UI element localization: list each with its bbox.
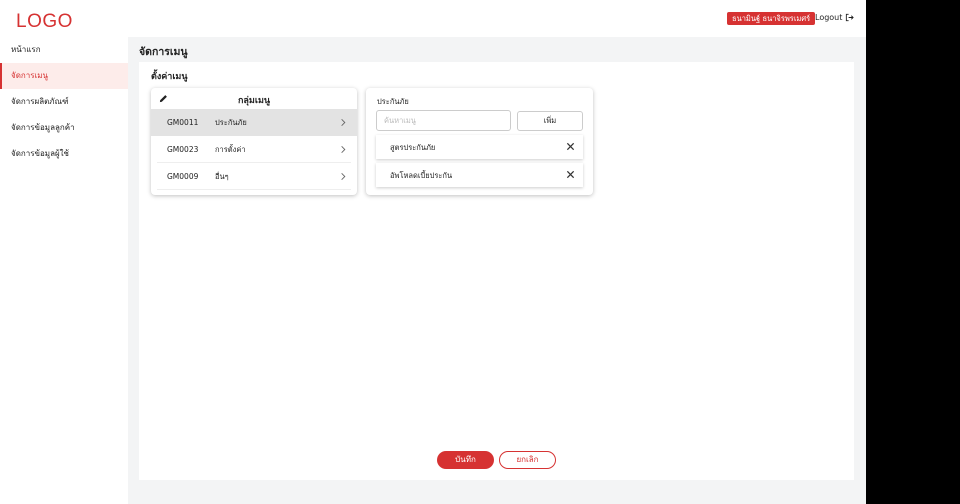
- menu-group-name: อื่นๆ: [215, 172, 229, 181]
- menu-group-title: กลุ่มเมนู: [237, 96, 271, 106]
- menu-group-panel: กลุ่มเมนู GM0011 ประกันภัย GM0023 การตั้…: [151, 88, 357, 195]
- sidebar-item-product-management[interactable]: จัดการผลิตภัณฑ์: [0, 89, 128, 115]
- user-name-badge[interactable]: ธนามินฐ์ ธนาจิรพรเมศร์: [727, 12, 816, 25]
- cancel-button[interactable]: ยกเลิก: [499, 451, 556, 469]
- section-title: ตั้งค่าเมนู: [151, 72, 188, 82]
- menu-detail-title: ประกันภัย: [377, 97, 409, 106]
- menu-search-input[interactable]: [376, 110, 511, 131]
- menu-item[interactable]: สูตรประกันภัย: [376, 135, 583, 159]
- app-window: LOGO ธนามินฐ์ ธนาจิรพรเมศร์ Logout หน้าแ…: [0, 0, 866, 504]
- menu-item[interactable]: อัพโหลดเบี้ยประกัน: [376, 163, 583, 187]
- menu-group-code: GM0023: [167, 145, 199, 154]
- menu-group-row[interactable]: GM0023 การตั้งค่า: [157, 136, 351, 163]
- menu-detail-panel: ประกันภัย เพิ่ม สูตรประกันภัย อัพโหลดเบี…: [366, 88, 593, 195]
- chevron-right-icon: [341, 173, 346, 180]
- sidebar: หน้าแรก จัดการเมนู จัดการผลิตภัณฑ์ จัดกา…: [0, 37, 128, 504]
- sidebar-item-customer-management[interactable]: จัดการข้อมูลลูกค้า: [0, 115, 128, 141]
- menu-group-row[interactable]: GM0011 ประกันภัย: [151, 109, 357, 136]
- content-card: ตั้งค่าเมนู กลุ่มเมนู GM0011 ประกันภัย G…: [139, 62, 854, 480]
- add-menu-button[interactable]: เพิ่ม: [517, 111, 583, 131]
- sidebar-item-home[interactable]: หน้าแรก: [0, 37, 128, 63]
- chevron-right-icon: [341, 146, 346, 153]
- close-icon[interactable]: [566, 170, 575, 179]
- logout-button[interactable]: Logout: [815, 13, 855, 22]
- sidebar-item-user-management[interactable]: จัดการข้อมูลผู้ใช้: [0, 141, 128, 167]
- save-button[interactable]: บันทึก: [437, 451, 494, 469]
- close-icon[interactable]: [566, 142, 575, 151]
- menu-group-code: GM0011: [167, 118, 199, 127]
- logo: LOGO: [16, 11, 73, 32]
- logout-icon: [846, 13, 855, 22]
- chevron-right-icon: [341, 119, 346, 126]
- menu-group-header: กลุ่มเมนู: [151, 88, 357, 109]
- menu-item-label: อัพโหลดเบี้ยประกัน: [390, 171, 453, 180]
- logout-label: Logout: [815, 13, 843, 22]
- top-header: LOGO ธนามินฐ์ ธนาจิรพรเมศร์ Logout: [0, 0, 866, 37]
- menu-group-row[interactable]: GM0009 อื่นๆ: [157, 163, 351, 190]
- main-area: จัดการเมนู ตั้งค่าเมนู กลุ่มเมนู GM0011 …: [128, 37, 866, 504]
- menu-group-code: GM0009: [167, 172, 199, 181]
- page-title: จัดการเมนู: [139, 46, 188, 58]
- menu-item-label: สูตรประกันภัย: [390, 143, 436, 152]
- sidebar-item-menu-management[interactable]: จัดการเมนู: [0, 63, 128, 89]
- menu-group-name: ประกันภัย: [215, 118, 247, 127]
- menu-group-name: การตั้งค่า: [215, 145, 246, 154]
